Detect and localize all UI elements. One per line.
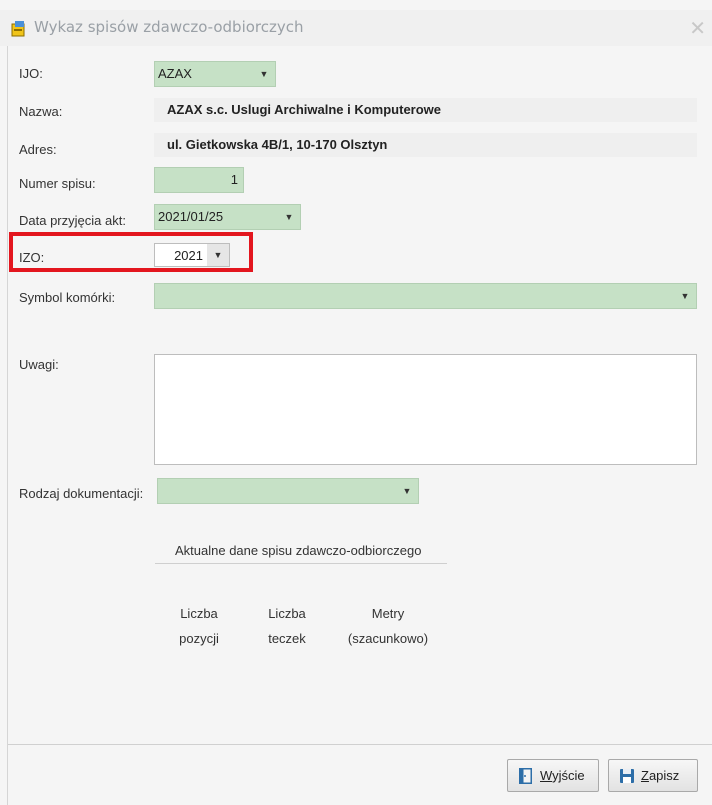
ijo-value: AZAX xyxy=(158,66,192,81)
adres-value: ul. Gietkowska 4B/1, 10-170 Olsztyn xyxy=(167,137,388,152)
numer-spisu-input[interactable]: 1 xyxy=(154,167,244,193)
adres-label: Adres: xyxy=(19,142,57,157)
numer-label: Numer spisu: xyxy=(19,176,96,191)
nazwa-value: AZAX s.c. Uslugi Archiwalne i Komputerow… xyxy=(167,102,442,117)
exit-button[interactable]: Wyjście xyxy=(507,759,599,792)
column-header-folders: Liczba teczek xyxy=(268,606,306,646)
izo-dropdown[interactable]: 2021 ▼ xyxy=(154,243,230,267)
window-title: Wykaz spisów zdawczo-odbiorczych xyxy=(34,18,304,36)
summary-title: Aktualne dane spisu zdawczo-odbiorczego xyxy=(175,543,422,558)
save-button-label: Zapisz xyxy=(641,768,680,783)
data-dropdown[interactable]: 2021/01/25 ▼ xyxy=(154,204,301,230)
nazwa-label: Nazwa: xyxy=(19,104,63,119)
adres-field: ul. Gietkowska 4B/1, 10-170 Olsztyn xyxy=(154,133,697,157)
dialog-window: Wykaz spisów zdawczo-odbiorczych ✕ IJO: … xyxy=(0,0,712,805)
ijo-label: IJO: xyxy=(19,66,43,81)
nazwa-field: AZAX s.c. Uslugi Archiwalne i Komputerow… xyxy=(154,98,697,122)
numer-value: 1 xyxy=(230,172,238,187)
app-icon xyxy=(11,21,25,37)
exit-door-icon xyxy=(519,767,532,784)
dropdown-arrow-icon: ▼ xyxy=(680,291,690,301)
close-icon[interactable]: ✕ xyxy=(689,16,706,40)
save-disk-icon xyxy=(620,768,634,783)
izo-label: IZO: xyxy=(19,250,45,265)
save-button[interactable]: Zapisz xyxy=(608,759,698,792)
column-header-positions: Liczba pozycji xyxy=(179,606,219,646)
ijo-dropdown[interactable]: AZAX ▼ xyxy=(154,61,276,87)
symbol-label: Symbol komórki: xyxy=(19,290,116,305)
dropdown-arrow-icon: ▼ xyxy=(284,212,294,222)
dropdown-arrow-icon: ▼ xyxy=(259,69,269,79)
rodzaj-label: Rodzaj dokumentacji: xyxy=(19,486,144,501)
symbol-dropdown[interactable]: ▼ xyxy=(154,283,697,309)
exit-button-label: Wyjście xyxy=(540,768,585,783)
rodzaj-dropdown[interactable]: ▼ xyxy=(157,478,419,504)
uwagi-textarea[interactable] xyxy=(154,354,697,465)
data-value: 2021/01/25 xyxy=(158,209,224,224)
uwagi-label: Uwagi: xyxy=(19,357,59,372)
dropdown-arrow-icon: ▼ xyxy=(402,486,412,496)
footer-divider xyxy=(8,744,712,745)
left-border xyxy=(7,46,8,805)
data-label: Data przyjęcia akt: xyxy=(19,213,126,228)
izo-value: 2021 xyxy=(174,248,203,263)
summary-divider xyxy=(155,563,447,564)
dropdown-arrow-icon: ▼ xyxy=(207,244,229,266)
title-bar: Wykaz spisów zdawczo-odbiorczych ✕ xyxy=(0,10,712,46)
column-header-meters: Metry (szacunkowo) xyxy=(347,606,429,646)
